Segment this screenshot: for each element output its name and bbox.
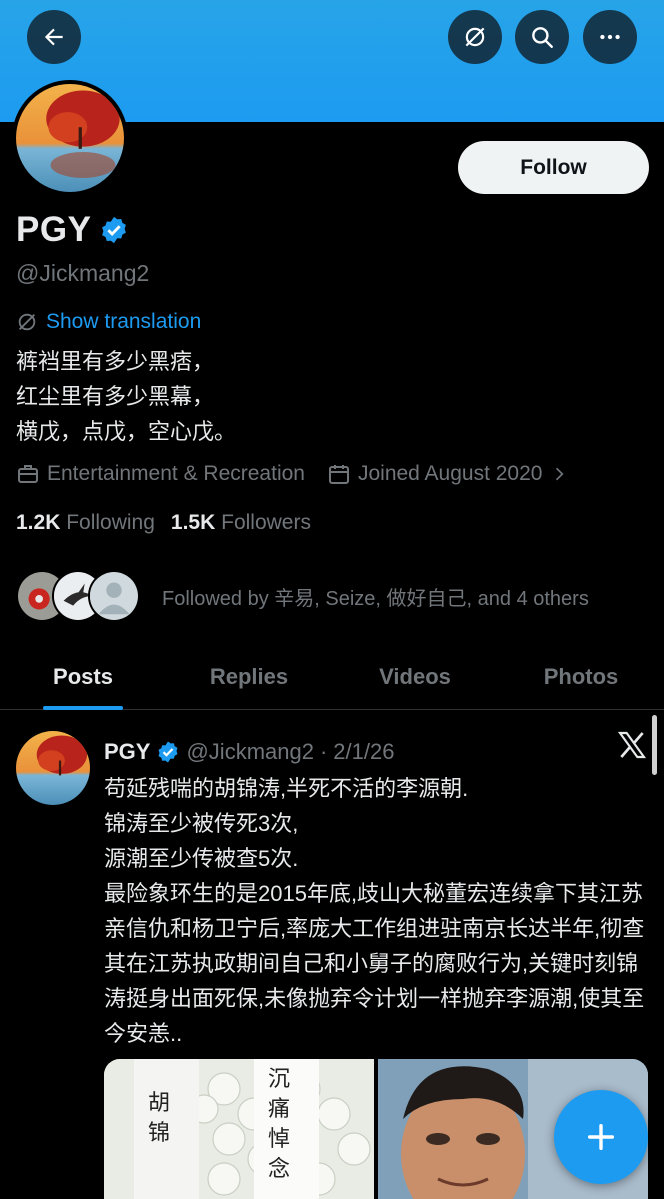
show-translation-label: Show translation: [46, 310, 202, 333]
wreath-ribbon-left: 胡 锦: [148, 1091, 171, 1146]
post-author-name[interactable]: PGY: [104, 739, 150, 765]
media-image-wreath[interactable]: 胡 锦 沉 痛 悼 念: [104, 1059, 374, 1199]
post-text: 苟延残喘的胡锦涛,半死不活的李源朝. 锦涛至少被传死3次, 源潮至少传被查5次.…: [104, 776, 645, 1046]
profile-avatar[interactable]: [12, 80, 128, 196]
profile-tabs: Posts Replies Videos Photos: [0, 645, 664, 710]
joined-date[interactable]: Joined August 2020: [327, 462, 570, 486]
show-translation-link[interactable]: Show translation: [16, 310, 201, 334]
wreath-ribbon-right: 沉 痛 悼 念: [268, 1067, 291, 1182]
compose-button[interactable]: [554, 1090, 648, 1184]
following-label: Following: [66, 511, 155, 534]
post-author-handle: @Jickmang2: [186, 739, 314, 764]
bio-line: 横戊，点戊，空心戊。: [16, 419, 237, 444]
bio-line: 红尘里有多少黑幕，: [16, 384, 215, 409]
post-separator: ·: [319, 739, 328, 764]
ellipsis-icon: [600, 34, 620, 40]
post-date[interactable]: 2/1/26: [333, 739, 394, 765]
display-name: PGY: [16, 210, 92, 249]
followers-count: 1.5K: [170, 511, 216, 534]
search-button[interactable]: [515, 10, 569, 64]
chevron-right-icon: [556, 467, 564, 481]
profile-bio: 裤裆里有多少黑痞， 红尘里有多少黑幕， 横戊，点戊，空心戊。: [16, 344, 236, 449]
tab-replies[interactable]: Replies: [166, 645, 332, 709]
followers-label: Followers: [221, 511, 311, 534]
followers-link[interactable]: 1.5K Followers: [171, 511, 311, 535]
translate-off-icon: [465, 27, 485, 47]
follow-button[interactable]: Follow: [458, 141, 649, 194]
profile-handle: @Jickmang2: [16, 260, 150, 286]
follow-stats: 1.2K Following 1.5K Followers: [16, 511, 311, 535]
verified-badge-icon: [158, 741, 178, 763]
verified-badge-icon[interactable]: [99, 215, 129, 245]
bio-line: 裤裆里有多少黑痞，: [16, 349, 215, 374]
translate-off-icon: [18, 313, 36, 331]
category: Entertainment & Recreation: [16, 462, 305, 486]
profile-name-row: PGY: [16, 210, 129, 250]
category-label: Entertainment & Recreation: [47, 462, 305, 485]
more-button[interactable]: [583, 10, 637, 64]
scrollbar[interactable]: [652, 715, 657, 775]
followed-by[interactable]: Followed by 辛易, Seize, 做好自己, and 4 other…: [16, 570, 589, 622]
calendar-icon: [328, 465, 349, 484]
back-button[interactable]: [27, 10, 81, 64]
briefcase-icon: [18, 465, 38, 483]
follower-avatar: [88, 570, 140, 622]
post-header: PGY @Jickmang2 · 2/1/26: [104, 739, 394, 765]
following-count: 1.2K: [16, 511, 61, 534]
tab-photos[interactable]: Photos: [498, 645, 664, 709]
followed-by-text: Followed by 辛易, Seize, 做好自己, and 4 other…: [162, 587, 589, 610]
post-avatar[interactable]: [16, 731, 90, 805]
profile-meta: Entertainment & Recreation Joined August…: [16, 462, 569, 486]
arrow-left-icon: [44, 28, 63, 46]
tab-posts[interactable]: Posts: [0, 645, 166, 709]
x-logo-icon: [617, 731, 647, 759]
following-link[interactable]: 1.2K Following: [16, 511, 155, 535]
translate-button[interactable]: [448, 10, 502, 64]
search-icon: [532, 27, 553, 48]
plus-icon: [587, 1123, 615, 1151]
tab-videos[interactable]: Videos: [332, 645, 498, 709]
joined-label: Joined August 2020: [357, 462, 543, 485]
